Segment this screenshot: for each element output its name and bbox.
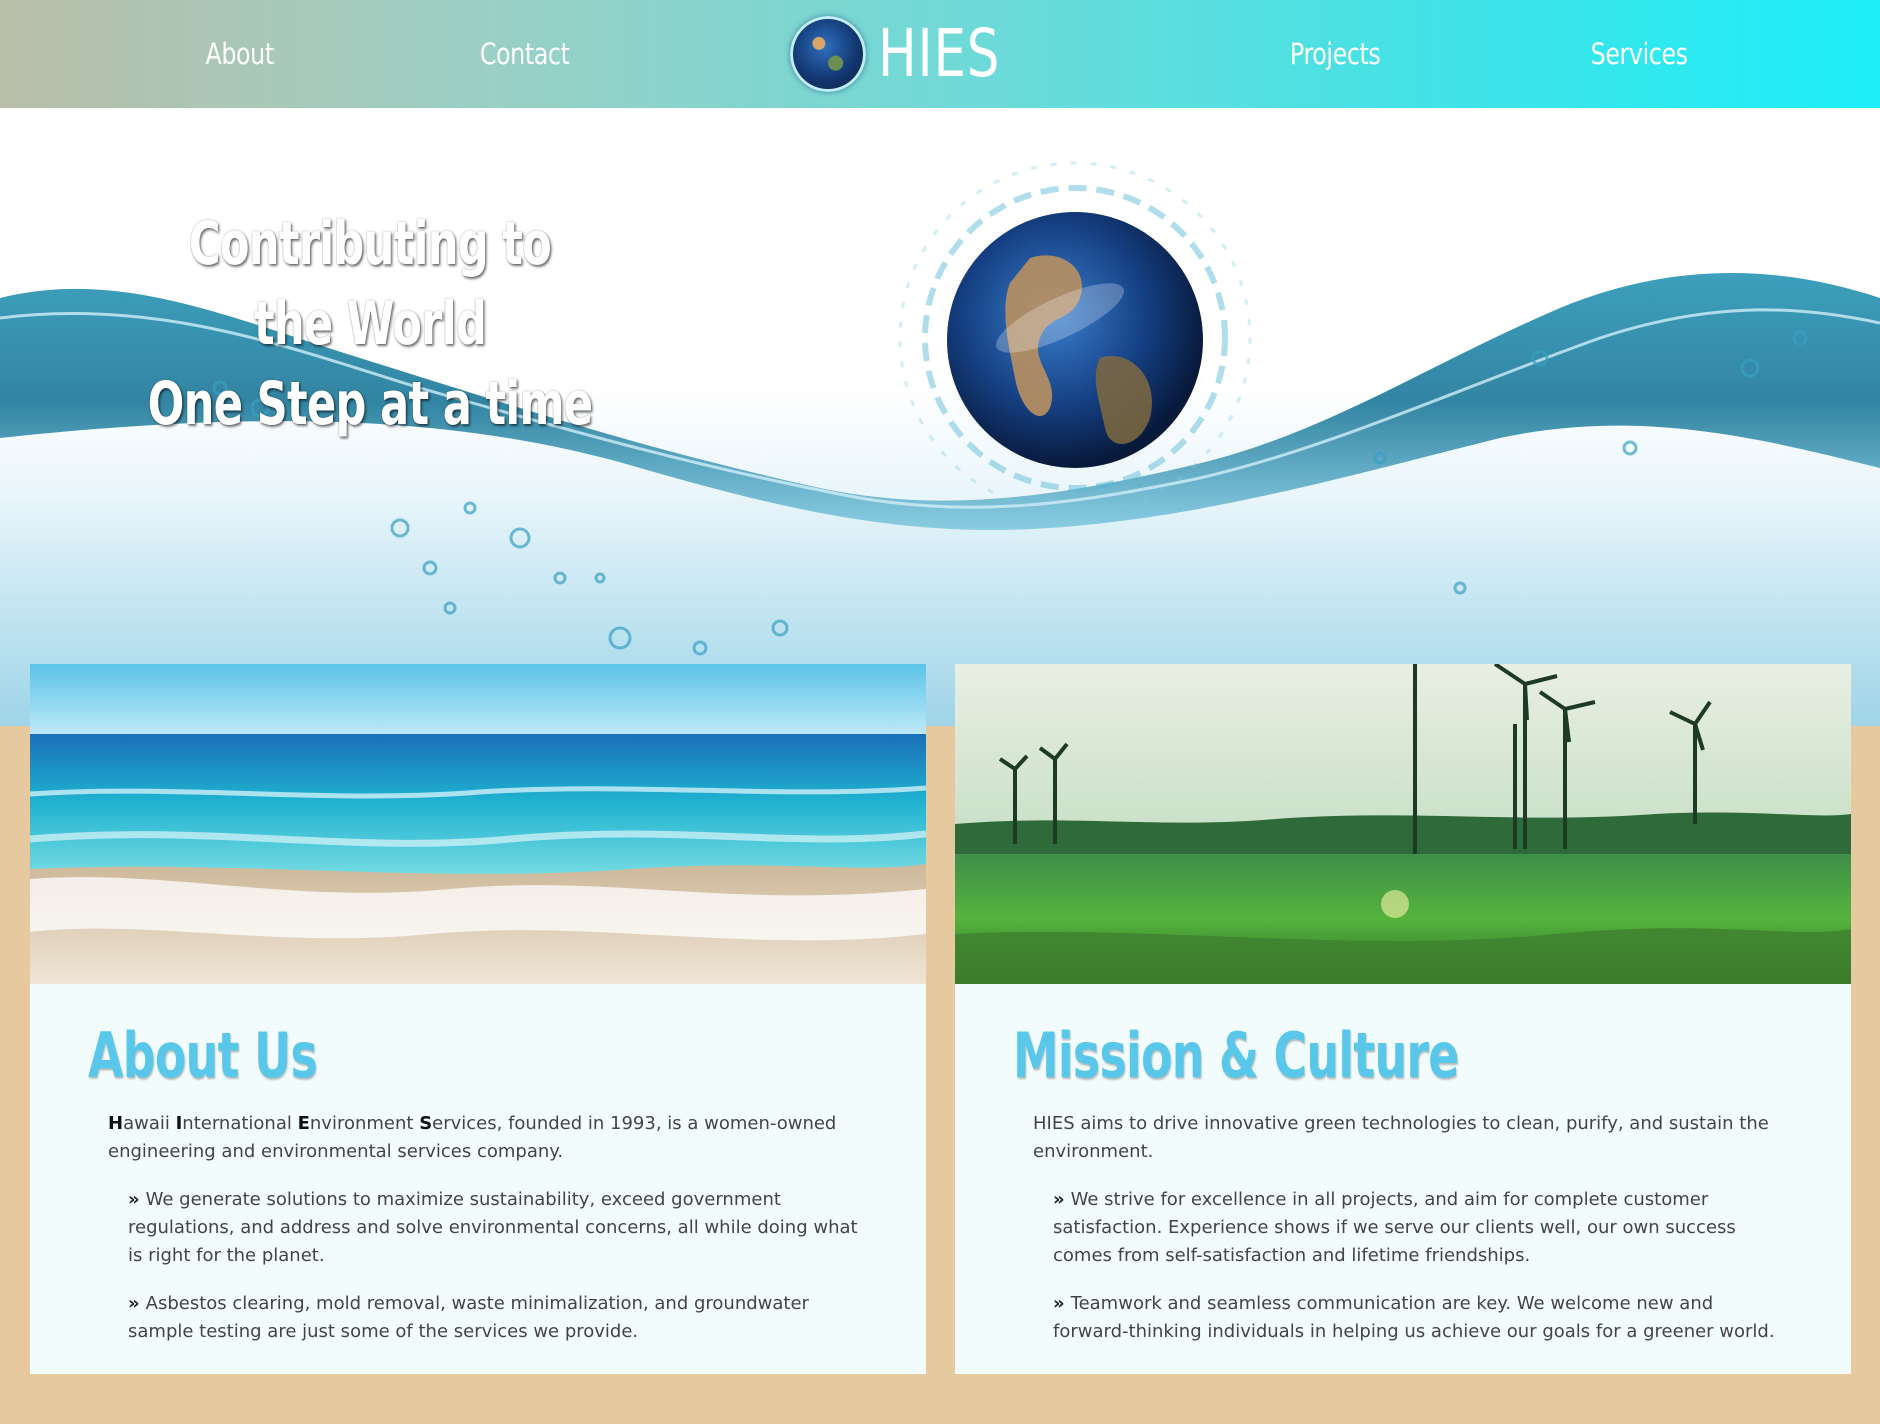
nav-link-about[interactable]: About [205,0,274,108]
mission-title: Mission & Culture [1013,1019,1459,1092]
about-bullet: » We generate solutions to maximize susta… [128,1189,858,1266]
chevron-double-right-icon: » [128,1293,140,1314]
hero-line-1: Contributing to the World [188,209,552,359]
brand-name: HIES [878,15,1001,92]
mission-text: HIES aims to drive innovative green tech… [1033,1110,1793,1366]
about-text: Hawaii International Environment Service… [108,1110,868,1366]
top-navigation: About Contact HIES Projects Services [0,0,1880,108]
nav-link-services[interactable]: Services [1591,0,1688,108]
chevron-double-right-icon: » [1053,1293,1065,1314]
nav-link-projects[interactable]: Projects [1290,0,1381,108]
brand-logo[interactable]: HIES [790,14,1048,94]
about-bullet: » Asbestos clearing, mold removal, waste … [128,1293,809,1342]
about-title: About Us [88,1019,318,1092]
nav-link-contact[interactable]: Contact [480,0,570,108]
hero-line-2: One Step at a time [147,369,593,439]
mission-intro: HIES aims to drive innovative green tech… [1033,1113,1769,1162]
about-card: About Us Hawaii International Environmen… [30,664,926,1374]
wind-turbines-image [955,664,1851,984]
mission-bullet: » We strive for excellence in all project… [1053,1189,1736,1266]
globe-icon [790,16,866,92]
chevron-double-right-icon: » [128,1189,140,1210]
mission-card: Mission & Culture HIES aims to drive inn… [955,664,1851,1374]
hero-heading: Contributing to the World One Step at a … [147,204,593,444]
ocean-beach-image [30,664,926,984]
mission-bullet: » Teamwork and seamless communication are… [1053,1293,1775,1342]
hero-banner: Contributing to the World One Step at a … [0,108,1880,726]
chevron-double-right-icon: » [1053,1189,1065,1210]
about-intro: Hawaii International Environment Service… [108,1113,837,1162]
